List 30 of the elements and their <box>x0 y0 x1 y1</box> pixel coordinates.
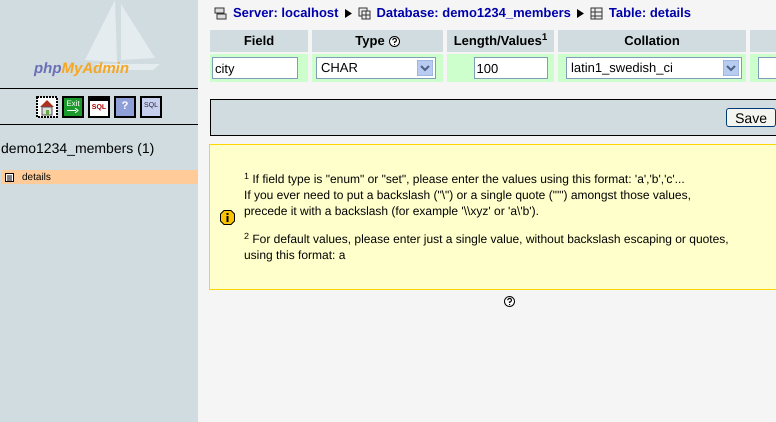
save-button[interactable]: Save <box>726 108 776 127</box>
server-icon <box>214 6 227 20</box>
phpmyadmin-logo: phpMyAdmin <box>32 58 130 78</box>
breadcrumb-link[interactable]: Table: details <box>608 3 692 23</box>
breadcrumb-link[interactable]: Server: localhost <box>233 3 338 23</box>
footnote-paragraph: $^{1}$ If field type is "enum" or "set", please enter the values using this format: 'a','b','c'... If you ever need to put a backslash ("\") or a single quote ("'") amongst those values, precede it with a backslash (for example '\\xyz' or 'a\'b'). <box>244 171 692 219</box>
collation-select[interactable]: latin1_swedish_ci <box>566 57 742 79</box>
database-icon <box>358 6 370 20</box>
separator-arrow-icon <box>344 8 352 18</box>
type-select[interactable]: CHAR <box>316 57 436 79</box>
header-label: Field <box>244 32 274 50</box>
exit-icon[interactable]: Exit <box>62 96 84 118</box>
header-label: Type <box>355 32 385 50</box>
help-icon[interactable] <box>388 36 400 46</box>
table-list-item[interactable]: details <box>1 170 198 184</box>
separator-arrow-icon <box>576 8 584 18</box>
help-icon[interactable] <box>504 296 514 307</box>
footnote-paragraph: $^{2}$ For default values, please enter just a single value, without backslash escaping or quotes, using this format: a <box>244 231 729 263</box>
caret-icon <box>723 60 739 76</box>
breadcrumb-link[interactable]: Database: demo1234_members <box>376 3 571 23</box>
caret-icon <box>417 60 433 76</box>
table-grid-icon <box>590 6 603 20</box>
header-label: Collation <box>624 32 680 50</box>
field-name-input[interactable]: city <box>212 57 298 79</box>
info-icon <box>220 210 235 224</box>
database-name[interactable]: demo1234_members (1) <box>1 138 198 159</box>
length-input[interactable]: 100 <box>474 57 548 79</box>
table-icon <box>5 172 14 182</box>
header-label: Length/Values$^{1}$ <box>454 31 548 50</box>
home-icon[interactable] <box>36 96 58 118</box>
